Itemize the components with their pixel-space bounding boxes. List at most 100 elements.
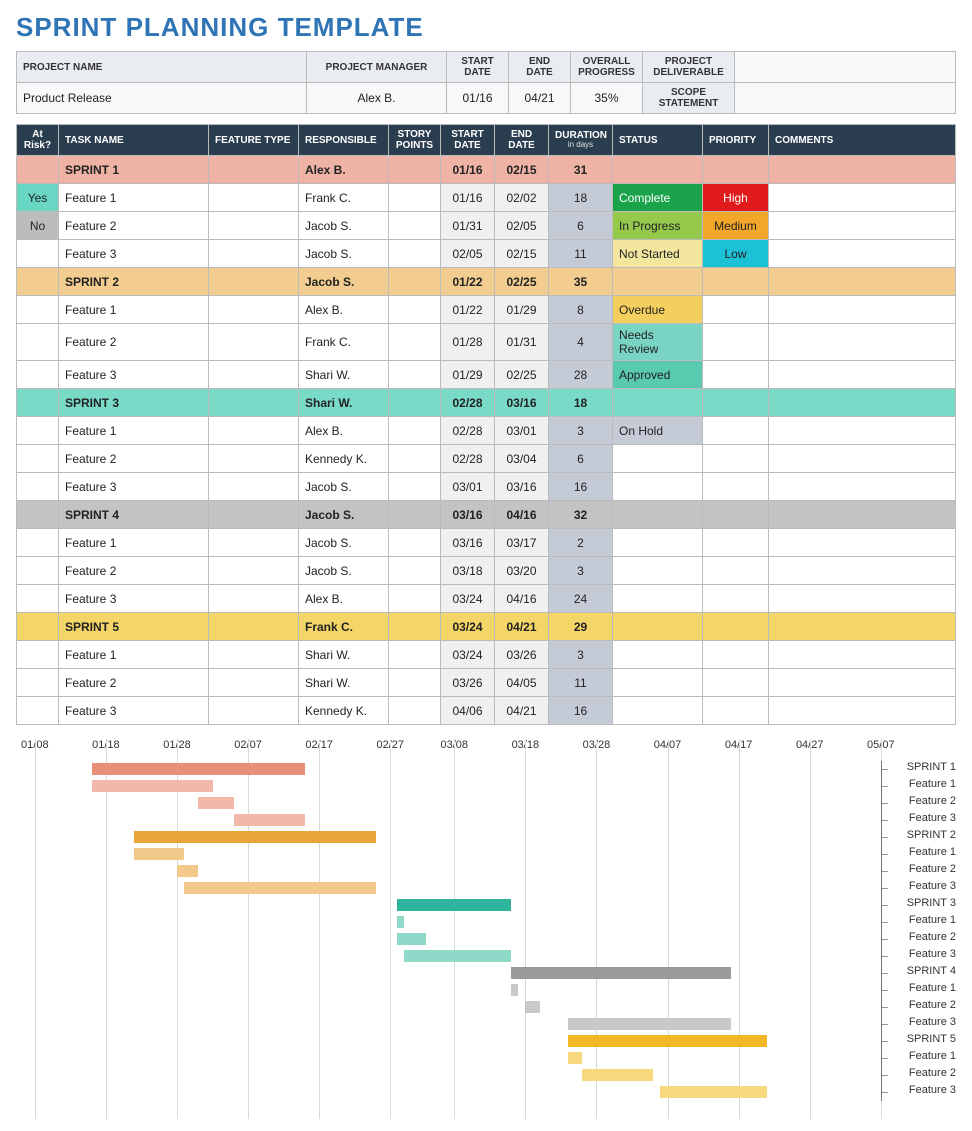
cell-comments[interactable] xyxy=(769,324,956,361)
cell-points[interactable] xyxy=(389,268,441,296)
task-row[interactable]: Feature 2Kennedy K.02/2803/046 xyxy=(17,445,956,473)
meta-project-manager[interactable]: Alex B. xyxy=(307,83,447,114)
cell-risk[interactable] xyxy=(17,296,59,324)
cell-feature[interactable] xyxy=(209,268,299,296)
cell-status[interactable]: Overdue xyxy=(613,296,703,324)
cell-risk[interactable] xyxy=(17,585,59,613)
cell-responsible[interactable]: Jacob S. xyxy=(299,212,389,240)
cell-end[interactable]: 02/05 xyxy=(495,212,549,240)
cell-risk[interactable] xyxy=(17,268,59,296)
task-row[interactable]: Feature 3Kennedy K.04/0604/2116 xyxy=(17,697,956,725)
cell-points[interactable] xyxy=(389,156,441,184)
cell-comments[interactable] xyxy=(769,240,956,268)
cell-start[interactable]: 02/05 xyxy=(441,240,495,268)
cell-points[interactable] xyxy=(389,613,441,641)
cell-status[interactable]: In Progress xyxy=(613,212,703,240)
cell-end[interactable]: 03/04 xyxy=(495,445,549,473)
cell-priority[interactable] xyxy=(703,501,769,529)
cell-start[interactable]: 02/28 xyxy=(441,445,495,473)
cell-start[interactable]: 03/24 xyxy=(441,585,495,613)
cell-risk[interactable] xyxy=(17,557,59,585)
cell-duration[interactable]: 35 xyxy=(549,268,613,296)
cell-start[interactable]: 01/22 xyxy=(441,296,495,324)
cell-responsible[interactable]: Jacob S. xyxy=(299,240,389,268)
cell-start[interactable]: 03/16 xyxy=(441,529,495,557)
cell-start[interactable]: 03/16 xyxy=(441,501,495,529)
cell-start[interactable]: 03/18 xyxy=(441,557,495,585)
cell-comments[interactable] xyxy=(769,184,956,212)
cell-comments[interactable] xyxy=(769,361,956,389)
cell-status[interactable] xyxy=(613,268,703,296)
task-row[interactable]: Feature 3Alex B.03/2404/1624 xyxy=(17,585,956,613)
cell-start[interactable]: 01/22 xyxy=(441,268,495,296)
cell-start[interactable]: 01/29 xyxy=(441,361,495,389)
cell-feature[interactable] xyxy=(209,296,299,324)
cell-risk[interactable] xyxy=(17,361,59,389)
cell-risk[interactable] xyxy=(17,389,59,417)
cell-risk[interactable] xyxy=(17,156,59,184)
cell-feature[interactable] xyxy=(209,324,299,361)
cell-status[interactable] xyxy=(613,501,703,529)
cell-task[interactable]: SPRINT 5 xyxy=(59,613,209,641)
cell-risk[interactable] xyxy=(17,697,59,725)
task-row[interactable]: Feature 1Jacob S.03/1603/172 xyxy=(17,529,956,557)
cell-duration[interactable]: 29 xyxy=(549,613,613,641)
cell-start[interactable]: 01/16 xyxy=(441,184,495,212)
cell-end[interactable]: 04/21 xyxy=(495,697,549,725)
cell-priority[interactable] xyxy=(703,156,769,184)
cell-responsible[interactable]: Alex B. xyxy=(299,417,389,445)
cell-duration[interactable]: 3 xyxy=(549,641,613,669)
cell-status[interactable] xyxy=(613,641,703,669)
meta-project-name[interactable]: Product Release xyxy=(17,83,307,114)
cell-feature[interactable] xyxy=(209,613,299,641)
cell-points[interactable] xyxy=(389,212,441,240)
cell-priority[interactable]: High xyxy=(703,184,769,212)
cell-status[interactable] xyxy=(613,613,703,641)
cell-comments[interactable] xyxy=(769,268,956,296)
cell-comments[interactable] xyxy=(769,669,956,697)
cell-priority[interactable] xyxy=(703,641,769,669)
cell-responsible[interactable]: Alex B. xyxy=(299,296,389,324)
meta-scope[interactable] xyxy=(735,83,956,114)
cell-task[interactable]: Feature 3 xyxy=(59,240,209,268)
cell-feature[interactable] xyxy=(209,389,299,417)
cell-priority[interactable]: Low xyxy=(703,240,769,268)
cell-task[interactable]: Feature 1 xyxy=(59,184,209,212)
sprint-row[interactable]: SPRINT 2Jacob S.01/2202/2535 xyxy=(17,268,956,296)
cell-end[interactable]: 03/26 xyxy=(495,641,549,669)
cell-task[interactable]: Feature 2 xyxy=(59,669,209,697)
cell-responsible[interactable]: Frank C. xyxy=(299,613,389,641)
cell-duration[interactable]: 28 xyxy=(549,361,613,389)
cell-end[interactable]: 01/31 xyxy=(495,324,549,361)
cell-feature[interactable] xyxy=(209,697,299,725)
cell-duration[interactable]: 24 xyxy=(549,585,613,613)
cell-duration[interactable]: 11 xyxy=(549,669,613,697)
cell-comments[interactable] xyxy=(769,501,956,529)
cell-points[interactable] xyxy=(389,697,441,725)
cell-responsible[interactable]: Shari W. xyxy=(299,669,389,697)
cell-responsible[interactable]: Alex B. xyxy=(299,156,389,184)
cell-duration[interactable]: 32 xyxy=(549,501,613,529)
cell-feature[interactable] xyxy=(209,212,299,240)
cell-risk[interactable]: No xyxy=(17,212,59,240)
cell-status[interactable]: Complete xyxy=(613,184,703,212)
cell-status[interactable]: Approved xyxy=(613,361,703,389)
cell-responsible[interactable]: Kennedy K. xyxy=(299,697,389,725)
cell-end[interactable]: 03/17 xyxy=(495,529,549,557)
cell-status[interactable] xyxy=(613,156,703,184)
cell-points[interactable] xyxy=(389,184,441,212)
meta-end[interactable]: 04/21 xyxy=(509,83,571,114)
cell-start[interactable]: 01/31 xyxy=(441,212,495,240)
cell-task[interactable]: SPRINT 3 xyxy=(59,389,209,417)
cell-task[interactable]: SPRINT 4 xyxy=(59,501,209,529)
sprint-row[interactable]: SPRINT 5Frank C.03/2404/2129 xyxy=(17,613,956,641)
cell-task[interactable]: Feature 2 xyxy=(59,324,209,361)
cell-comments[interactable] xyxy=(769,156,956,184)
meta-deliverable[interactable] xyxy=(735,52,956,83)
cell-comments[interactable] xyxy=(769,212,956,240)
cell-feature[interactable] xyxy=(209,557,299,585)
cell-task[interactable]: Feature 3 xyxy=(59,697,209,725)
cell-comments[interactable] xyxy=(769,529,956,557)
cell-comments[interactable] xyxy=(769,473,956,501)
cell-task[interactable]: Feature 1 xyxy=(59,641,209,669)
